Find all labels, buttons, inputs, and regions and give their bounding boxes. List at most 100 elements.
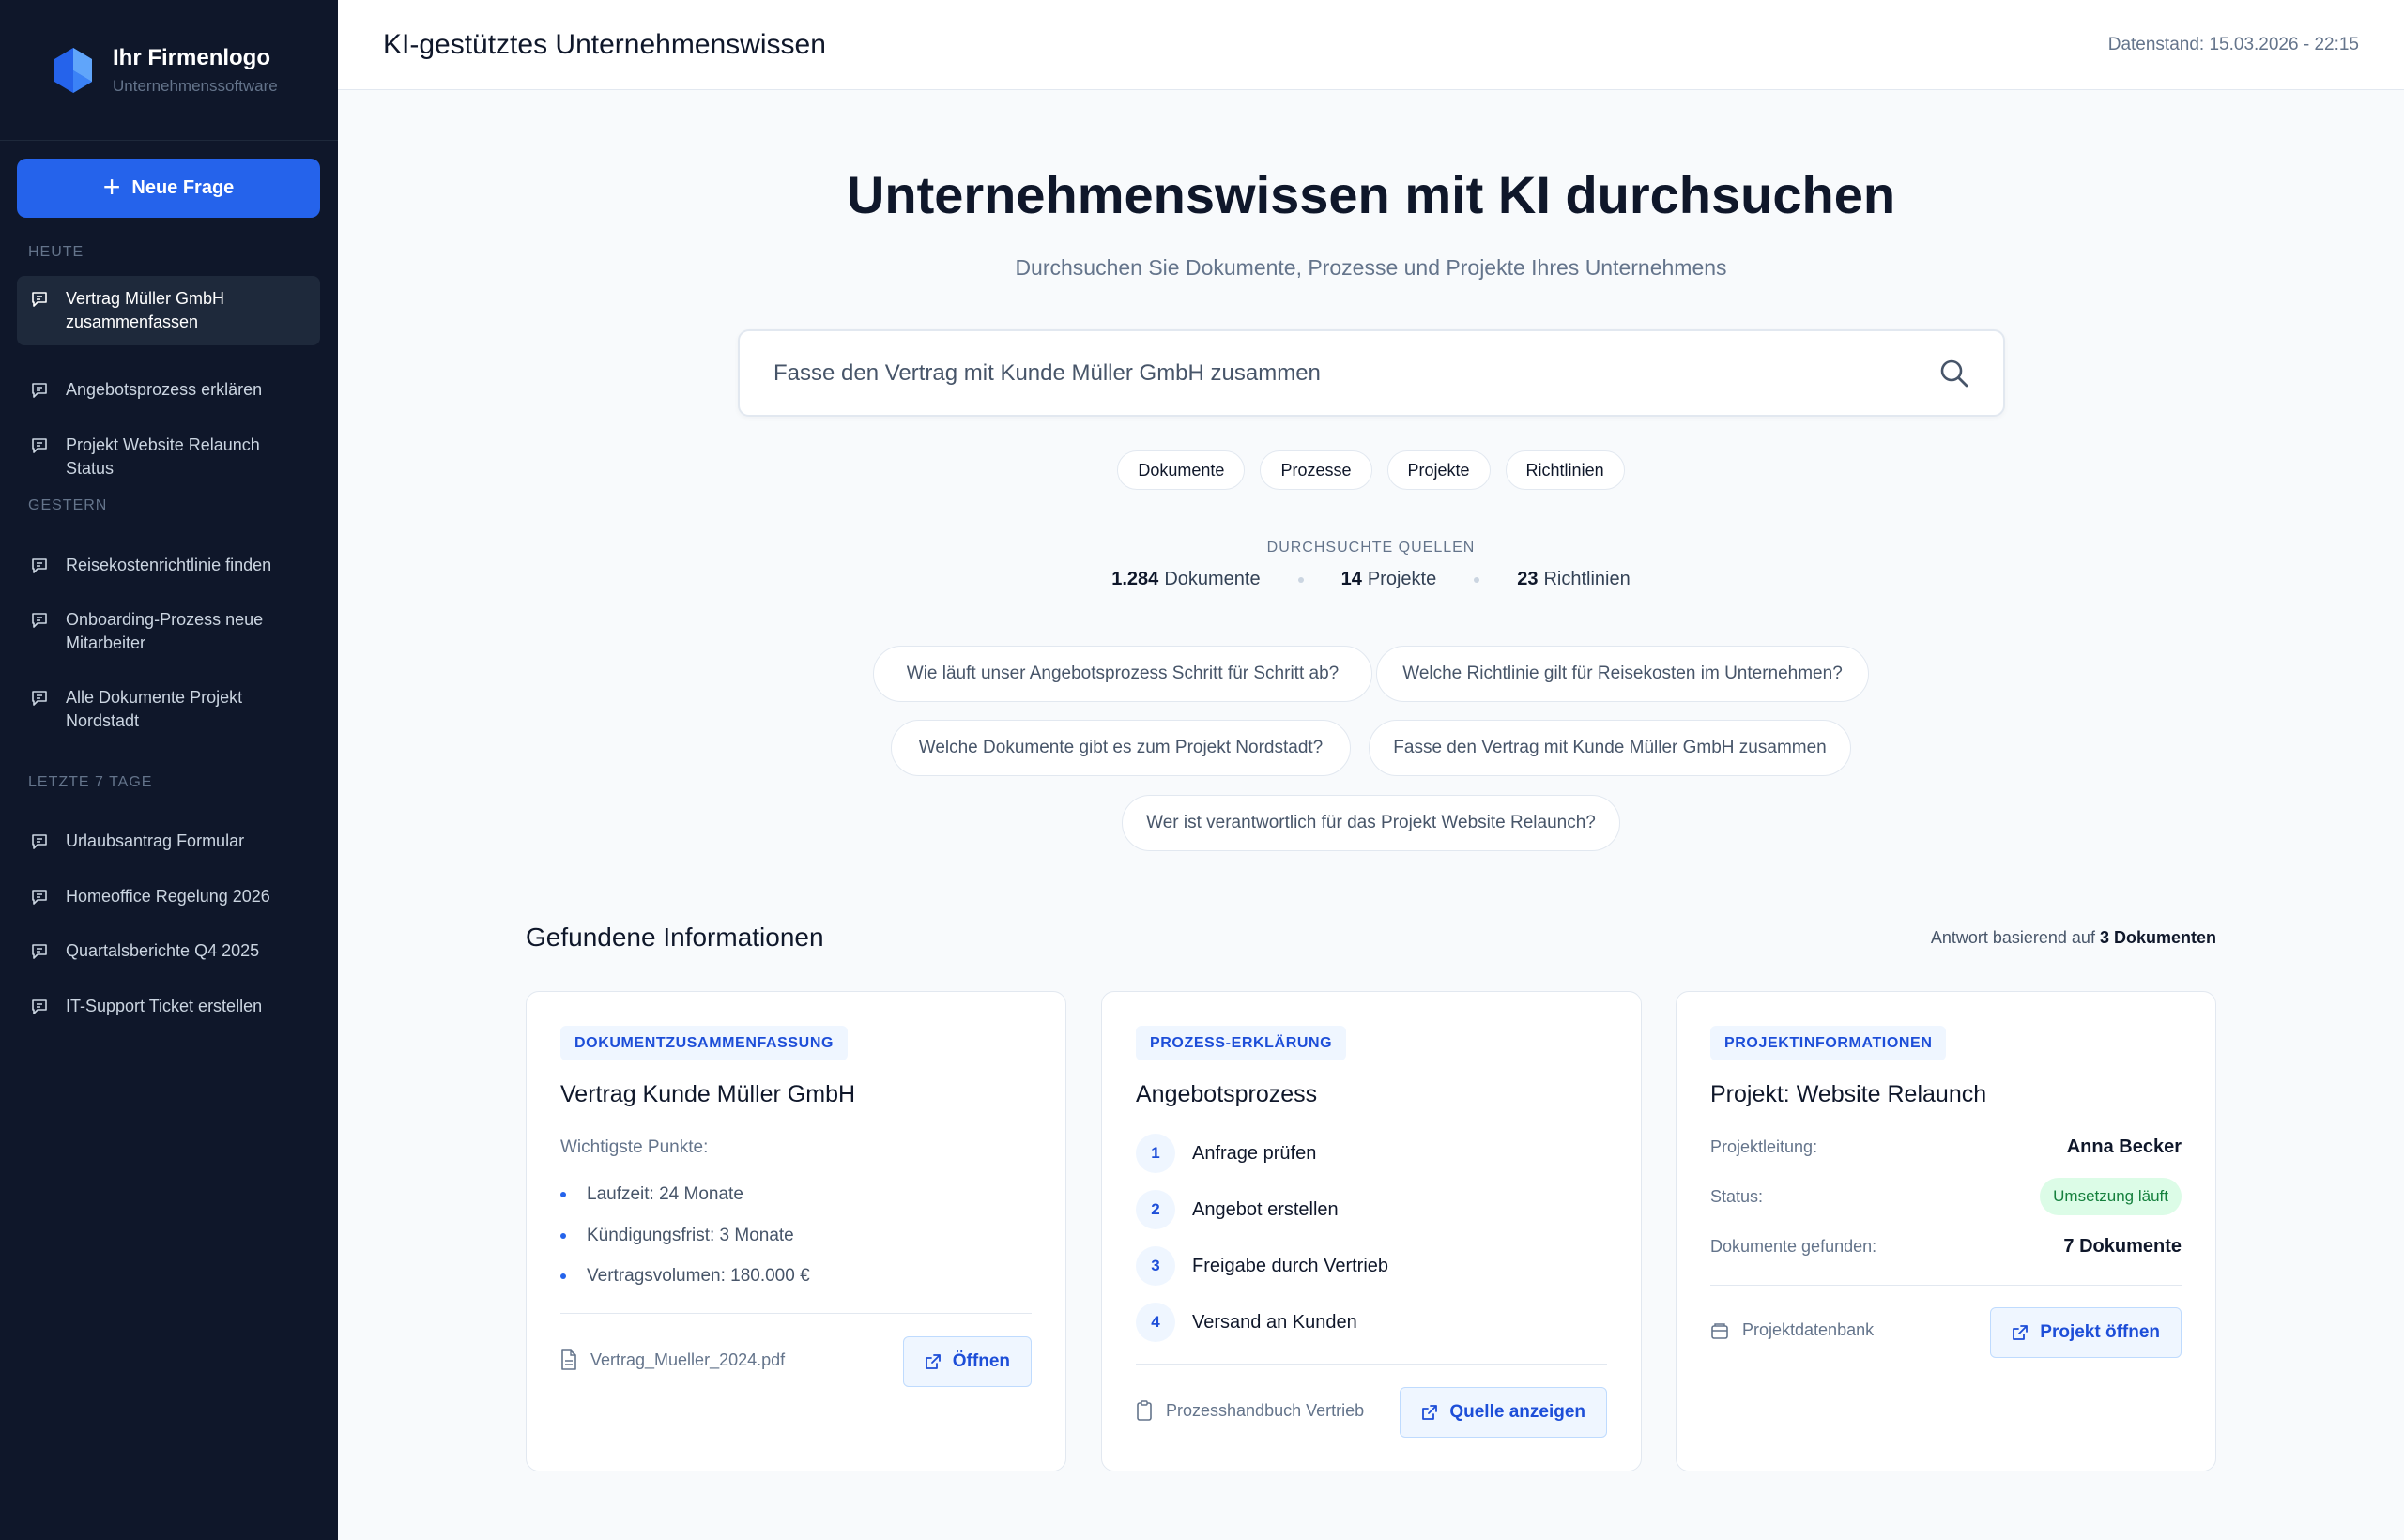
separator-dot xyxy=(1474,576,1480,583)
divider xyxy=(560,1313,1032,1314)
process-step: 3 Freigabe durch Vertrieb xyxy=(1136,1246,1388,1286)
suggestion-chip[interactable]: Welche Richtlinie gilt für Reisekosten i… xyxy=(1376,646,1869,702)
filter-chip-projects[interactable]: Projekte xyxy=(1386,450,1491,490)
card-source: Vertrag_Mueller_2024.pdf xyxy=(560,1349,785,1370)
new-question-button[interactable]: + Neue Frage xyxy=(17,159,320,218)
history-item[interactable]: IT-Support Ticket erstellen xyxy=(17,983,320,1029)
card-tag: DOKUMENTZUSAMMENFASSUNG xyxy=(560,1026,849,1060)
suggestion-chip[interactable]: Wie läuft unser Angebotsprozess Schritt … xyxy=(873,646,1372,702)
history-item-label: Angebotsprozess erklären xyxy=(66,380,263,399)
chat-icon xyxy=(32,890,47,905)
history-item-label: IT-Support Ticket erstellen xyxy=(66,997,263,1015)
project-lead-label: Projektleitung: xyxy=(1710,1137,1818,1156)
history-item[interactable]: Alle Dokumente Projekt Nordstadt xyxy=(17,675,320,744)
section-label-last-7-days: LETZTE 7 TAGE xyxy=(28,774,153,790)
chat-icon xyxy=(32,292,47,307)
search-box xyxy=(738,329,2005,417)
project-lead-value: Anna Becker xyxy=(2066,1136,2182,1157)
result-card-project: PROJEKTINFORMATIONEN Projekt: Website Re… xyxy=(1676,991,2216,1471)
data-status: Datenstand: 15.03.2026 - 22:15 xyxy=(2107,34,2359,54)
page-title: KI-gestütztes Unternehmenswissen xyxy=(383,28,826,60)
section-label-today: HEUTE xyxy=(28,244,84,260)
key-points-label: Wichtigste Punkte: xyxy=(560,1137,709,1157)
chat-icon xyxy=(32,383,47,398)
history-item[interactable]: Vertrag Müller GmbH zusammenfassen xyxy=(17,276,320,345)
brand-subtitle: Unternehmenssoftware xyxy=(113,76,278,95)
external-link-icon xyxy=(1422,1405,1438,1420)
open-document-button[interactable]: Öffnen xyxy=(902,1336,1032,1387)
section-label-yesterday: GESTERN xyxy=(28,497,108,513)
source-stat: 23 Richtlinien xyxy=(1517,569,1631,589)
history-item[interactable]: Quartalsberichte Q4 2025 xyxy=(17,928,320,974)
history-item-label: Urlaubsantrag Formular xyxy=(66,831,245,850)
clipboard-icon xyxy=(1137,1400,1152,1421)
filter-chip-processes[interactable]: Prozesse xyxy=(1260,450,1372,490)
documents-found-value: 7 Dokumente xyxy=(2063,1236,2182,1257)
history-item-label: Reisekostenrichtlinie finden xyxy=(66,556,272,574)
sidebar: Ihr Firmenlogo Unternehmenssoftware + Ne… xyxy=(0,0,338,1540)
chat-icon xyxy=(32,944,47,959)
filter-chip-documents[interactable]: Dokumente xyxy=(1117,450,1246,490)
suggestion-chip[interactable]: Fasse den Vertrag mit Kunde Müller GmbH … xyxy=(1369,720,1851,776)
database-icon xyxy=(1711,1322,1728,1339)
process-step: 4 Versand an Kunden xyxy=(1136,1303,1357,1342)
separator-dot xyxy=(1297,576,1304,583)
divider xyxy=(1710,1285,2182,1286)
open-project-button[interactable]: Projekt öffnen xyxy=(1990,1307,2182,1358)
sources-label: DURCHSUCHTE QUELLEN xyxy=(1266,540,1476,556)
source-stat: 14 Projekte xyxy=(1340,569,1437,589)
chat-icon xyxy=(32,834,47,849)
brand-logo[interactable]: Ihr Firmenlogo Unternehmenssoftware xyxy=(0,0,338,141)
history-item[interactable]: Onboarding-Prozess neue Mitarbeiter xyxy=(17,597,320,666)
search-icon[interactable] xyxy=(1939,358,1969,389)
suggestion-chip[interactable]: Welche Dokumente gibt es zum Projekt Nor… xyxy=(891,720,1351,776)
external-link-icon xyxy=(2013,1325,2029,1340)
key-point: Laufzeit: 24 Monate xyxy=(560,1184,743,1205)
results-meta: Antwort basierend auf 3 Dokumenten xyxy=(1930,928,2216,947)
status-label: Status: xyxy=(1710,1187,1764,1206)
documents-found-label: Dokumente gefunden: xyxy=(1710,1237,1877,1256)
show-source-button[interactable]: Quelle anzeigen xyxy=(1400,1387,1607,1438)
history-item-label: Onboarding-Prozess neue Mitarbeiter xyxy=(66,610,264,652)
hero-title: Unternehmenswissen mit KI durchsuchen xyxy=(846,165,1896,224)
filter-chips: Dokumente Prozesse Projekte Richtlinien xyxy=(338,450,2404,490)
suggestion-chip[interactable]: Wer ist verantwortlich für das Projekt W… xyxy=(1122,795,1620,851)
card-title: Angebotsprozess xyxy=(1136,1081,1318,1107)
chat-icon xyxy=(32,691,47,706)
history-item-label: Alle Dokumente Projekt Nordstadt xyxy=(66,688,243,730)
history-item[interactable]: Urlaubsantrag Formular xyxy=(17,818,320,864)
history-item-label: Projekt Website Relaunch Status xyxy=(66,435,260,478)
divider xyxy=(1136,1364,1607,1365)
card-title: Projekt: Website Relaunch xyxy=(1710,1081,1987,1107)
status-badge: Umsetzung läuft xyxy=(2040,1178,2182,1215)
search-input[interactable] xyxy=(773,359,1853,387)
history-item[interactable]: Angebotsprozess erklären xyxy=(17,367,320,413)
chat-icon xyxy=(32,438,47,453)
card-source: Prozesshandbuch Vertrieb xyxy=(1136,1400,1364,1421)
chat-icon xyxy=(32,558,47,573)
history-item[interactable]: Reisekostenrichtlinie finden xyxy=(17,542,320,588)
history-item-label: Vertrag Müller GmbH zusammenfassen xyxy=(66,289,225,331)
results-title: Gefundene Informationen xyxy=(526,922,824,952)
history-item-label: Homeoffice Regelung 2026 xyxy=(66,887,270,906)
result-card-document: DOKUMENTZUSAMMENFASSUNG Vertrag Kunde Mü… xyxy=(526,991,1066,1471)
key-point: Vertragsvolumen: 180.000 € xyxy=(560,1266,810,1287)
process-step: 2 Angebot erstellen xyxy=(1136,1190,1339,1229)
filter-chip-policies[interactable]: Richtlinien xyxy=(1505,450,1625,490)
sources-stats: 1.284 Dokumente 14 Projekte 23 Richtlinien xyxy=(338,569,2404,590)
brand-title: Ihr Firmenlogo xyxy=(113,44,270,70)
history-item-label: Quartalsberichte Q4 2025 xyxy=(66,941,260,960)
process-step: 1 Anfrage prüfen xyxy=(1136,1134,1316,1173)
history-item[interactable]: Projekt Website Relaunch Status xyxy=(17,422,320,492)
top-bar: KI-gestütztes Unternehmenswissen Datenst… xyxy=(338,0,2404,90)
card-source: Projektdatenbank xyxy=(1710,1320,1874,1340)
card-tag: PROJEKTINFORMATIONEN xyxy=(1710,1026,1947,1060)
result-card-process: PROZESS-ERKLÄRUNG Angebotsprozess 1 Anfra… xyxy=(1101,991,1642,1471)
source-stat: 1.284 Dokumente xyxy=(1111,569,1261,589)
history-item[interactable]: Homeoffice Regelung 2026 xyxy=(17,874,320,920)
chat-icon xyxy=(32,613,47,628)
chat-icon xyxy=(32,999,47,1014)
card-tag: PROZESS-ERKLÄRUNG xyxy=(1136,1026,1347,1060)
plus-icon: + xyxy=(102,170,121,204)
new-question-label: Neue Frage xyxy=(131,177,235,198)
